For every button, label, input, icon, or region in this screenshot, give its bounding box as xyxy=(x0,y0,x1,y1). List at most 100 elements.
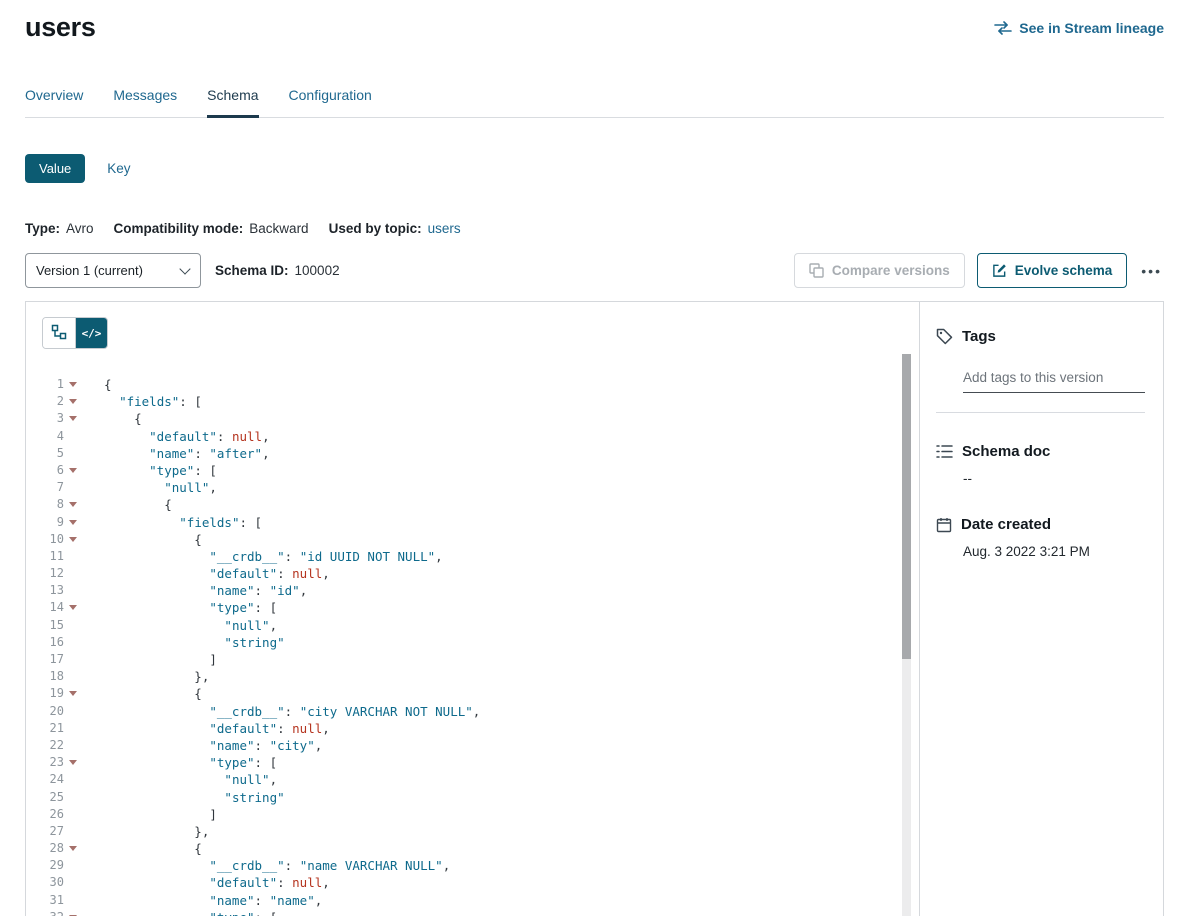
tab-messages[interactable]: Messages xyxy=(113,87,177,117)
editor-scrollbar[interactable] xyxy=(902,354,911,916)
used-by-topic-label: Used by topic: xyxy=(329,221,422,236)
tag-icon xyxy=(936,328,953,345)
code-line: 11 "__crdb__": "id UUID NOT NULL", xyxy=(42,548,919,565)
tree-view-button[interactable] xyxy=(43,318,75,348)
line-number: 30 xyxy=(42,874,64,891)
code-line: 31 "name": "name", xyxy=(42,892,919,909)
fold-toggle[interactable] xyxy=(64,462,80,479)
fold-toggle[interactable] xyxy=(64,376,80,393)
code-text: "type": [ xyxy=(80,462,217,479)
code-line: 23 "type": [ xyxy=(42,754,919,771)
code-text: "null", xyxy=(80,617,277,634)
date-created-section: Date created Aug. 3 2022 3:21 PM xyxy=(936,516,1145,559)
line-number: 12 xyxy=(42,565,64,582)
topic-link[interactable]: users xyxy=(428,221,461,236)
fold-toggle[interactable] xyxy=(64,393,80,410)
fold-toggle xyxy=(64,874,80,891)
type-value: Avro xyxy=(66,221,94,236)
add-tags-input[interactable] xyxy=(963,366,1145,393)
fold-toggle[interactable] xyxy=(64,531,80,548)
code-text: "fields": [ xyxy=(80,514,262,531)
tab-schema[interactable]: Schema xyxy=(207,87,258,117)
calendar-icon xyxy=(936,517,952,533)
code-line: 26 ] xyxy=(42,806,919,823)
fold-toggle xyxy=(64,703,80,720)
editor-scrollbar-thumb[interactable] xyxy=(902,354,911,659)
fold-toggle[interactable] xyxy=(64,909,80,916)
code-line: 19 { xyxy=(42,685,919,702)
line-number: 25 xyxy=(42,789,64,806)
type-label: Type: xyxy=(25,221,60,236)
code-text: "type": [ xyxy=(80,754,277,771)
page-header: users See in Stream lineage xyxy=(25,0,1164,43)
tab-bar: Overview Messages Schema Configuration xyxy=(25,87,1164,118)
fold-toggle[interactable] xyxy=(64,754,80,771)
evolve-schema-button[interactable]: Evolve schema xyxy=(977,253,1128,288)
line-number: 14 xyxy=(42,599,64,616)
line-number: 10 xyxy=(42,531,64,548)
code-text: { xyxy=(80,840,202,857)
fold-toggle[interactable] xyxy=(64,496,80,513)
tab-configuration[interactable]: Configuration xyxy=(289,87,372,117)
code-text: "default": null, xyxy=(80,565,330,582)
line-number: 1 xyxy=(42,376,64,393)
line-number: 28 xyxy=(42,840,64,857)
code-lines: 1{2 "fields": [3 {4 "default": null,5 "n… xyxy=(42,376,919,916)
fold-toggle[interactable] xyxy=(64,840,80,857)
stream-lineage-link[interactable]: See in Stream lineage xyxy=(994,20,1164,36)
schema-editor: </> 1{2 "fields": [3 {4 "default": null,… xyxy=(26,302,919,916)
code-line: 27 }, xyxy=(42,823,919,840)
code-text: "__crdb__": "id UUID NOT NULL", xyxy=(80,548,443,565)
code-line: 5 "name": "after", xyxy=(42,445,919,462)
code-view-button[interactable]: </> xyxy=(75,318,107,348)
code-text: { xyxy=(80,376,112,393)
schema-controls-row: Version 1 (current) Schema ID: 100002 Co… xyxy=(25,253,1164,288)
code-text: "__crdb__": "name VARCHAR NULL", xyxy=(80,857,450,874)
code-line: 22 "name": "city", xyxy=(42,737,919,754)
fold-toggle[interactable] xyxy=(64,685,80,702)
schema-doc-title: Schema doc xyxy=(962,443,1050,460)
compare-icon xyxy=(809,263,824,278)
fold-toggle[interactable] xyxy=(64,410,80,427)
line-number: 29 xyxy=(42,857,64,874)
key-toggle-button[interactable]: Key xyxy=(107,161,130,176)
code-text: "null", xyxy=(80,479,217,496)
stream-lineage-label: See in Stream lineage xyxy=(1019,20,1164,36)
code-line: 12 "default": null, xyxy=(42,565,919,582)
code-text: "default": null, xyxy=(80,428,270,445)
list-icon xyxy=(936,444,953,459)
fold-toggle[interactable] xyxy=(64,514,80,531)
line-number: 20 xyxy=(42,703,64,720)
code-line: 18 }, xyxy=(42,668,919,685)
line-number: 22 xyxy=(42,737,64,754)
line-number: 16 xyxy=(42,634,64,651)
fold-toggle xyxy=(64,823,80,840)
line-number: 19 xyxy=(42,685,64,702)
fold-toggle xyxy=(64,445,80,462)
line-number: 4 xyxy=(42,428,64,445)
code-text: }, xyxy=(80,823,209,840)
more-options-button[interactable]: ••• xyxy=(1139,259,1164,283)
value-toggle-button[interactable]: Value xyxy=(25,154,85,183)
fold-toggle xyxy=(64,548,80,565)
code-text: { xyxy=(80,496,172,513)
code-line: 8 { xyxy=(42,496,919,513)
fold-toggle xyxy=(64,479,80,496)
version-select[interactable]: Version 1 (current) xyxy=(25,253,201,288)
fold-toggle[interactable] xyxy=(64,599,80,616)
code-line: 21 "default": null, xyxy=(42,720,919,737)
tab-overview[interactable]: Overview xyxy=(25,87,83,117)
code-view-icon: </> xyxy=(82,327,102,340)
fold-toggle xyxy=(64,737,80,754)
code-text: "type": [ xyxy=(80,599,277,616)
compare-versions-button[interactable]: Compare versions xyxy=(794,253,965,288)
fold-toggle xyxy=(64,857,80,874)
compare-versions-label: Compare versions xyxy=(832,263,950,278)
fold-toggle xyxy=(64,892,80,909)
code-text: ] xyxy=(80,806,217,823)
code-line: 14 "type": [ xyxy=(42,599,919,616)
sidebar-divider xyxy=(936,412,1145,413)
line-number: 7 xyxy=(42,479,64,496)
code-text: { xyxy=(80,410,142,427)
code-text: ] xyxy=(80,651,217,668)
